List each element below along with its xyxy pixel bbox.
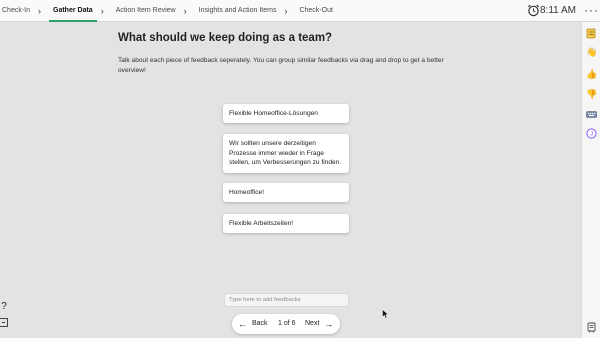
arrow-left-icon: ← — [238, 319, 247, 329]
step-action-item-review[interactable]: Action Item Review — [114, 0, 176, 22]
chevron-right-icon: › — [284, 6, 288, 16]
feedback-card[interactable]: Wir sollten unsere derzeitigen Prozesse … — [223, 134, 349, 173]
feedback-card[interactable]: Flexible Homeoffice-Lösungen — [223, 104, 349, 123]
chevron-right-icon: › — [100, 6, 104, 16]
avatar-letter: J — [590, 132, 593, 138]
back-button[interactable]: ← Back — [238, 314, 268, 334]
top-navigation-bar: Check-In › Gather Data › Action Item Rev… — [0, 0, 600, 22]
step-breadcrumb: Check-In › Gather Data › Action Item Rev… — [0, 0, 333, 22]
thumbs-up-icon[interactable]: 👍 — [586, 69, 597, 80]
next-label: Next — [305, 320, 320, 327]
page-title: What should we keep doing as a team? — [118, 32, 333, 44]
hand-wave-icon[interactable]: 👋 — [586, 47, 597, 58]
chevron-right-icon: › — [183, 6, 187, 16]
next-button[interactable]: Next → — [305, 314, 333, 334]
step-check-out[interactable]: Check-Out — [297, 0, 332, 22]
more-horizontal-icon[interactable]: ··· — [584, 0, 599, 22]
panel-toggle-icon[interactable] — [0, 318, 8, 327]
page-counter: 1 of 6 — [278, 320, 296, 327]
board-icon[interactable] — [586, 322, 597, 333]
add-feedback-input[interactable] — [224, 293, 349, 307]
alarm-clock-icon[interactable] — [527, 4, 540, 17]
back-label: Back — [252, 320, 268, 327]
pagination-control: ← Back 1 of 6 Next → — [232, 314, 340, 334]
user-avatar-icon[interactable]: J — [586, 128, 597, 139]
feedback-card[interactable]: Flexible Arbeitszeiten! — [223, 214, 349, 233]
page-description: Talk about each piece of feedback sepera… — [118, 57, 444, 74]
step-insights-and-action-items[interactable]: Insights and Action Items — [197, 0, 277, 22]
step-check-in[interactable]: Check-In — [0, 0, 30, 22]
notes-icon[interactable] — [586, 28, 597, 39]
step-gather-data[interactable]: Gather Data — [49, 0, 97, 22]
help-icon[interactable]: ? — [0, 301, 8, 312]
arrow-right-icon: → — [324, 319, 334, 329]
keyboard-icon[interactable] — [586, 109, 597, 120]
session-timer: 8:11 AM — [540, 5, 576, 16]
feedback-card[interactable]: Homeoffice! — [223, 183, 349, 202]
thumbs-down-icon[interactable]: 👎 — [586, 89, 597, 100]
mouse-pointer-icon — [382, 309, 389, 319]
right-sidebar: 👋 👍 👎 J — [581, 22, 600, 338]
chevron-right-icon: › — [38, 6, 42, 16]
